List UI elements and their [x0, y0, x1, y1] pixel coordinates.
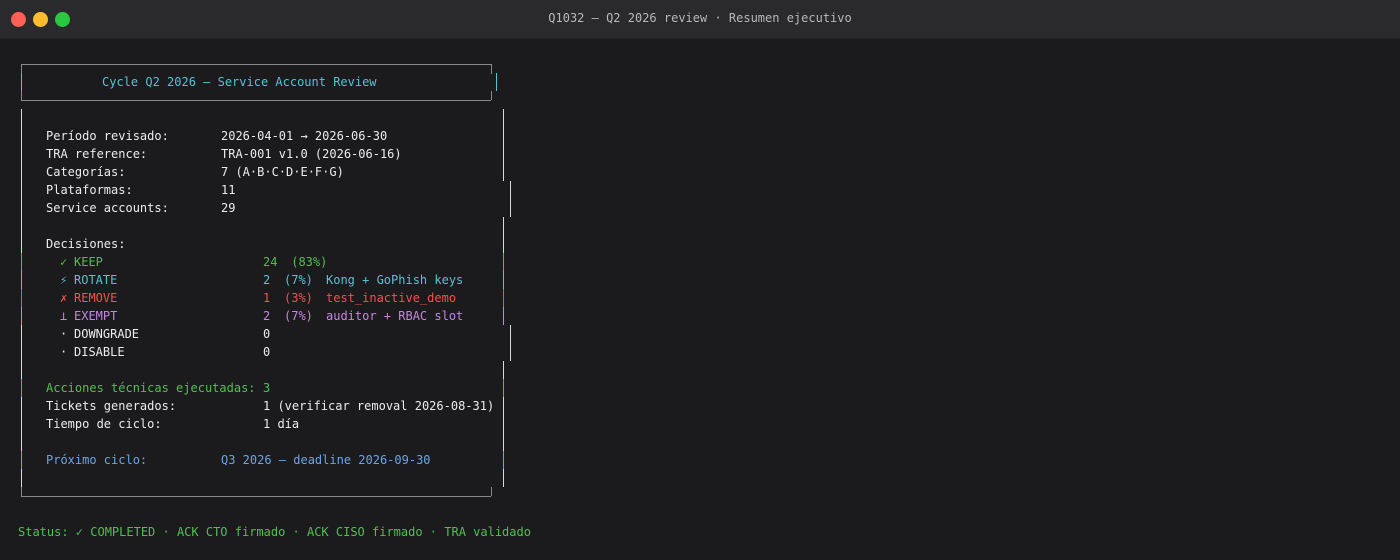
decision-percent: (7%) — [284, 273, 313, 287]
blank-row — [18, 109, 504, 127]
blank-row — [18, 469, 504, 487]
blank-row — [18, 361, 504, 379]
decision-count: 0 — [263, 327, 271, 341]
cycle-time-label: Tiempo de ciclo: — [46, 417, 162, 431]
decision-name: ROTATE — [74, 273, 118, 287]
tickets-row: Tickets generados: 1 (verificar removal … — [18, 397, 504, 415]
review-title: Cycle Q2 2026 — Service Account Review — [102, 75, 377, 89]
blank-row — [18, 217, 504, 235]
field-value-categories: 7 (A·B·C·D·E·F·G) — [221, 165, 344, 179]
box-bottom-border — [18, 487, 492, 505]
decision-row-remove: ✗ REMOVE 1 (3%) test_inactive_demo — [18, 289, 504, 307]
decision-row-disable: · DISABLE 0 — [18, 343, 511, 361]
decision-note: Kong + GoPhish keys — [326, 273, 464, 287]
decision-row-exempt: ⊥ EXEMPT 2 (7%) auditor + RBAC slot — [18, 307, 504, 325]
actions-row: Acciones técnicas ejecutadas: 3 — [18, 379, 504, 397]
decision-name: EXEMPT — [74, 309, 118, 323]
field-label-tra: TRA reference: — [46, 147, 148, 161]
decision-note: auditor + RBAC slot — [326, 309, 464, 323]
field-row: Categorías: 7 (A·B·C·D·E·F·G) — [18, 163, 504, 181]
status-line: Status: ✓ COMPLETED · ACK CTO firmado · … — [18, 525, 531, 539]
decision-row-keep: ✓ KEEP 24 (83%) — [18, 253, 504, 271]
terminal-output: Cycle Q2 2026 — Service Account Review P… — [18, 55, 511, 505]
box-top-border — [18, 55, 492, 74]
decision-count: 2 — [263, 273, 271, 287]
field-row: TRA reference: TRA‑001 v1.0 (2026‑06‑16) — [18, 145, 504, 163]
field-label-service-accounts: Service accounts: — [46, 201, 169, 215]
bullet-icon: · — [60, 327, 68, 341]
decision-percent: (7%) — [284, 309, 313, 323]
decision-count: 24 — [263, 255, 278, 269]
cycle-time-value: 1 día — [263, 417, 300, 431]
window-title: Q1032 — Q2 2026 review · Resumen ejecuti… — [548, 11, 852, 25]
field-label-platforms: Plataformas: — [46, 183, 133, 197]
field-value-platforms: 11 — [221, 183, 236, 197]
field-label-period: Período revisado: — [46, 129, 169, 143]
up-tack-icon: ⊥ — [60, 309, 68, 323]
bullet-icon: · — [60, 345, 68, 359]
tickets-label: Tickets generados: — [46, 399, 177, 413]
box-title-separator — [18, 91, 492, 109]
cycle-time-row: Tiempo de ciclo: 1 día — [18, 415, 504, 433]
field-row: Período revisado: 2026‑04‑01 → 2026‑06‑3… — [18, 127, 504, 145]
decisions-label: Decisiones: — [46, 237, 126, 251]
cross-icon: ✗ — [60, 291, 68, 305]
actions-value: 3 — [263, 381, 271, 395]
decision-count: 1 — [263, 291, 271, 305]
lightning-icon: ⚡ — [60, 273, 68, 287]
box-title-row: Cycle Q2 2026 — Service Account Review — [18, 73, 497, 91]
decision-name: DOWNGRADE — [74, 327, 140, 341]
decision-name: KEEP — [74, 255, 103, 269]
check-icon: ✓ — [60, 255, 68, 269]
decision-row-downgrade: · DOWNGRADE 0 — [18, 325, 511, 343]
decision-count: 2 — [263, 309, 271, 323]
field-value-tra: TRA‑001 v1.0 (2026‑06‑16) — [221, 147, 402, 161]
next-cycle-value: Q3 2026 — deadline 2026‑09‑30 — [221, 453, 431, 467]
field-label-categories: Categorías: — [46, 165, 126, 179]
decision-name: REMOVE — [74, 291, 118, 305]
next-cycle-row: Próximo ciclo: Q3 2026 — deadline 2026‑0… — [18, 451, 504, 469]
field-value-service-accounts: 29 — [221, 201, 236, 215]
decision-percent: (3%) — [284, 291, 313, 305]
window-titlebar: Q1032 — Q2 2026 review · Resumen ejecuti… — [0, 0, 1400, 39]
decisions-header-row: Decisiones: — [18, 235, 504, 253]
actions-label: Acciones técnicas ejecutadas: — [46, 381, 256, 395]
decision-name: DISABLE — [74, 345, 125, 359]
decision-count: 0 — [263, 345, 271, 359]
field-value-period: 2026‑04‑01 → 2026‑06‑30 — [221, 129, 388, 143]
decision-percent: (83%) — [284, 255, 328, 269]
next-cycle-label: Próximo ciclo: — [46, 453, 148, 467]
field-row: Service accounts: 29 — [18, 199, 511, 217]
tickets-value: 1 (verificar removal 2026‑08‑31) — [263, 399, 495, 413]
decision-row-rotate: ⚡ ROTATE 2 (7%) Kong + GoPhish keys — [18, 271, 504, 289]
decision-note: test_inactive_demo — [326, 291, 457, 305]
field-row: Plataformas: 11 — [18, 181, 511, 199]
blank-row — [18, 433, 504, 451]
